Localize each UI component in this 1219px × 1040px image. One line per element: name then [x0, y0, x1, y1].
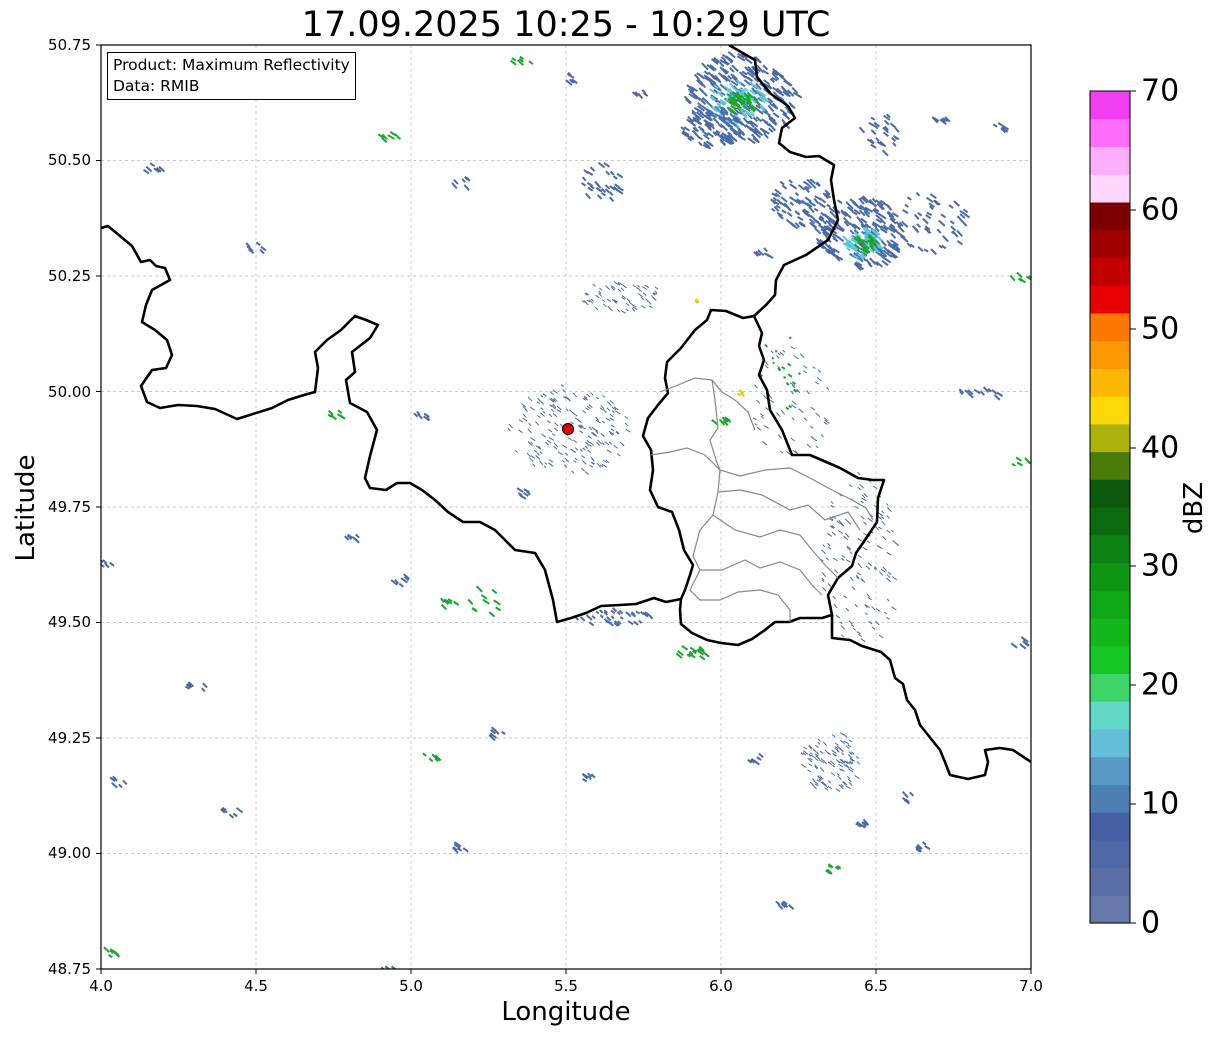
x-tick-label: 5.0 [399, 977, 423, 995]
colorbar-segment [1090, 201, 1130, 231]
colorbar-segment [1090, 867, 1130, 896]
y-tick-label: 48.75 [48, 960, 91, 978]
colorbar-tick-label: 10 [1141, 786, 1180, 822]
colorbar-segment [1090, 756, 1130, 785]
colorbar-segment [1090, 340, 1130, 369]
x-tick-label: 6.5 [864, 977, 888, 995]
colorbar-segment [1090, 617, 1130, 647]
colorbar-segment [1090, 645, 1130, 674]
product-info-box: Product: Maximum Reflectivity Data: RMIB [107, 52, 356, 100]
y-tick-marks [96, 44, 101, 970]
colorbar-segment [1090, 701, 1130, 730]
colorbar-segment [1090, 728, 1130, 758]
colorbar [1090, 91, 1130, 924]
y-tick-label: 50.25 [48, 267, 91, 285]
x-tick-label: 4.5 [244, 977, 268, 995]
x-tick-label: 7.0 [1019, 977, 1043, 995]
colorbar-segment [1090, 451, 1130, 480]
colorbar-segment [1090, 312, 1130, 342]
colorbar-segment [1090, 396, 1130, 425]
echo-pixel [386, 970, 391, 974]
data-source-label: Data: RMIB [113, 77, 200, 95]
colorbar-segment [1090, 562, 1130, 591]
colorbar-segment [1090, 895, 1130, 924]
x-tick-marks [100, 969, 1032, 974]
colorbar-segment [1090, 229, 1130, 258]
colorbar-tick-label: 50 [1141, 311, 1180, 347]
colorbar-segment [1090, 534, 1130, 564]
colorbar-tick-label: 60 [1141, 192, 1180, 228]
radar-map [96, 44, 1136, 978]
y-tick-label: 50.75 [48, 36, 91, 54]
colorbar-segment [1090, 257, 1130, 286]
colorbar-segment [1090, 423, 1130, 453]
colorbar-segment [1090, 507, 1130, 536]
x-axis-label: Longitude [501, 997, 631, 1027]
y-axis-label: Latitude [11, 454, 41, 562]
y-tick-label: 50.00 [48, 383, 91, 401]
colorbar-label: dBZ [1179, 481, 1209, 535]
colorbar-segment [1090, 479, 1130, 508]
y-tick-label: 50.50 [48, 151, 91, 169]
x-tick-label: 6.0 [709, 977, 733, 995]
colorbar-tick-label: 70 [1141, 73, 1180, 109]
product-label: Product: Maximum Reflectivity [113, 56, 350, 74]
colorbar-tick-label: 0 [1141, 905, 1161, 941]
colorbar-segment [1090, 784, 1130, 813]
colorbar-tick-label: 40 [1141, 430, 1180, 466]
y-tick-label: 49.00 [48, 844, 91, 862]
radar-site-marker [562, 423, 574, 435]
colorbar-segment [1090, 174, 1130, 203]
colorbar-segment [1090, 118, 1130, 148]
y-tick-label: 49.50 [48, 613, 91, 631]
colorbar-segment [1090, 839, 1130, 869]
y-tick-label: 49.75 [48, 498, 91, 516]
colorbar-segment [1090, 673, 1130, 702]
colorbar-segment [1090, 812, 1130, 841]
y-tick-label: 49.25 [48, 729, 91, 747]
colorbar-tick-label: 20 [1141, 667, 1180, 703]
colorbar-segment [1090, 91, 1130, 120]
colorbar-tick-marks [1130, 90, 1136, 924]
colorbar-segment [1090, 590, 1130, 619]
echo-pixel [383, 970, 389, 975]
colorbar-tick-label: 30 [1141, 548, 1180, 584]
echo-pixel [392, 973, 397, 978]
x-tick-label: 5.5 [554, 977, 578, 995]
colorbar-segment [1090, 368, 1130, 397]
colorbar-segment [1090, 285, 1130, 314]
echo-pixel [96, 562, 100, 566]
colorbar-segment [1090, 146, 1130, 175]
x-tick-label: 4.0 [89, 977, 113, 995]
